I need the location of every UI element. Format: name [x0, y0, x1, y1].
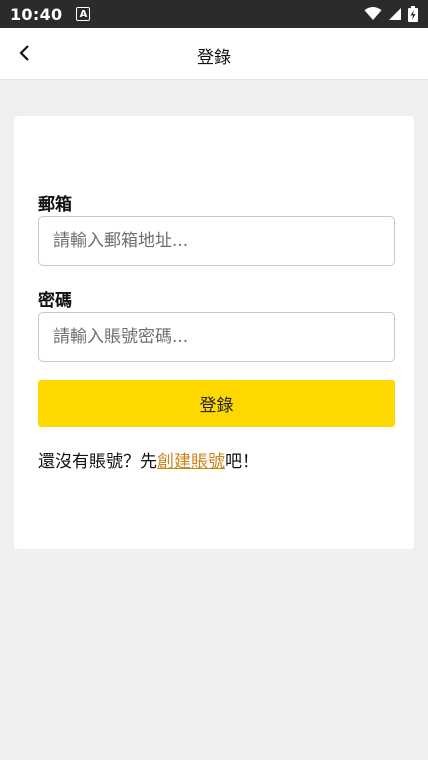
login-card: 郵箱 密碼 登錄 還沒有賬號？先創建賬號吧！	[14, 116, 414, 549]
status-icons	[364, 6, 418, 22]
a-letter-icon: A	[76, 7, 91, 21]
wifi-icon	[364, 7, 382, 20]
password-input[interactable]	[38, 312, 395, 362]
battery-charging-icon	[408, 6, 418, 22]
password-label: 密碼	[38, 291, 72, 311]
email-input[interactable]	[38, 216, 395, 266]
signup-prefix: 還沒有賬號？先	[38, 452, 157, 472]
signup-prompt: 還沒有賬號？先創建賬號吧！	[38, 447, 259, 472]
nav-bar: 登錄	[0, 28, 428, 80]
signup-suffix: 吧！	[225, 452, 259, 472]
email-label: 郵箱	[38, 195, 72, 215]
status-time: 10:40	[10, 4, 63, 24]
page-title: 登錄	[197, 48, 231, 68]
signal-icon	[389, 8, 401, 20]
login-button[interactable]: 登錄	[38, 380, 395, 427]
create-account-link[interactable]: 創建賬號	[157, 452, 225, 472]
status-bar: 10:40 A	[0, 0, 428, 28]
